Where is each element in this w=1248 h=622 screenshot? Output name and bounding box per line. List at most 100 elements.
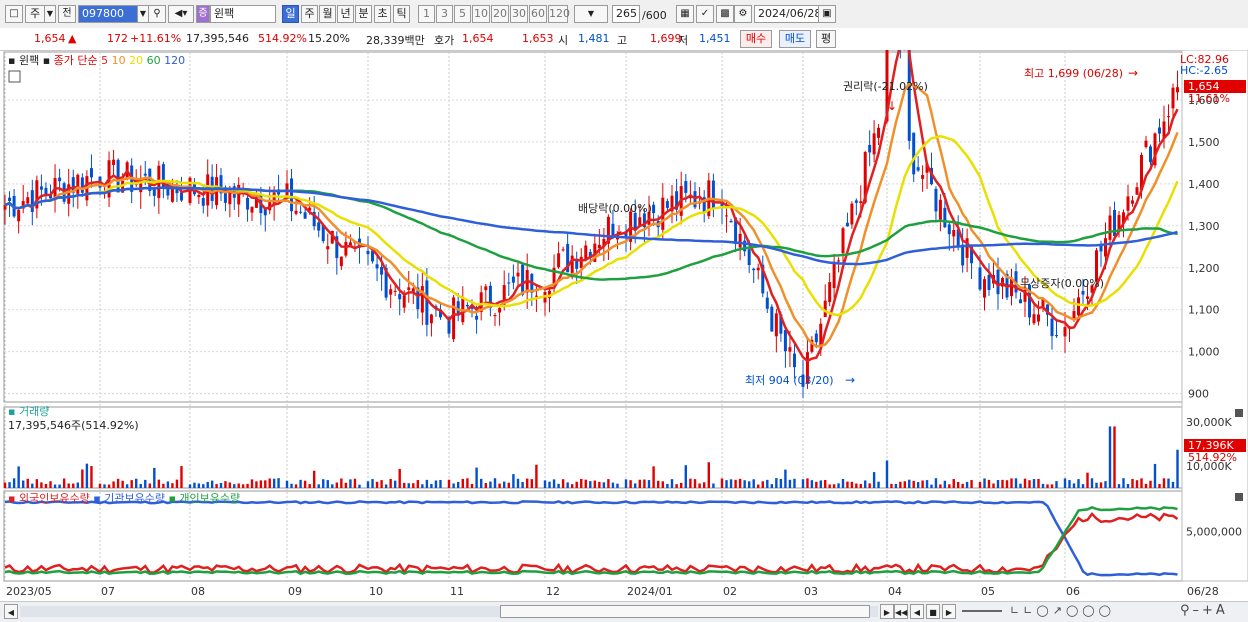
interval-button-10[interactable]: 10	[472, 5, 490, 23]
interval-button-30[interactable]: 30	[510, 5, 528, 23]
volume-bar	[1149, 480, 1152, 488]
volume-bar	[1005, 480, 1009, 488]
volume-bar	[76, 482, 79, 488]
candle-body	[943, 207, 947, 228]
candle-body	[475, 315, 479, 320]
date-input[interactable]: 2024/06/28	[754, 5, 821, 23]
candle-body	[765, 297, 769, 309]
volume-bar	[1072, 483, 1076, 488]
sell-button[interactable]: 매도	[779, 30, 811, 48]
settings-grid-icon[interactable]: ▦	[676, 5, 694, 23]
type-select[interactable]: 주	[25, 5, 45, 23]
buy-button[interactable]: 매수	[740, 30, 772, 48]
volume-bar	[493, 478, 497, 488]
volume-bar	[903, 481, 906, 488]
volume-bar	[634, 483, 637, 488]
chevron-down-icon[interactable]: ▼	[44, 5, 56, 23]
candle-body	[841, 228, 845, 254]
y-tick-4: 1,200	[1188, 262, 1220, 275]
period-button-5[interactable]: 초	[374, 5, 391, 23]
candle-body	[1019, 299, 1022, 304]
candle-body	[961, 244, 965, 266]
interval-button-5[interactable]: 5	[454, 5, 471, 23]
volume-bar	[398, 468, 401, 488]
volume-bar	[616, 483, 619, 488]
candle-body	[429, 314, 433, 324]
period-button-4[interactable]: 분	[355, 5, 372, 23]
candle-body	[112, 159, 116, 165]
rewind-icon[interactable]: ◀◀	[894, 604, 908, 619]
volume-bar	[12, 478, 16, 488]
eval-button[interactable]: 평	[816, 30, 836, 48]
chart-area: 2023/05 07 08 09 10 11 12 2024/01 02 03 04 05 06 06/2…	[0, 0, 1248, 601]
window-icon[interactable]: □	[5, 5, 23, 23]
legend-item: 60	[147, 54, 165, 67]
candle-body	[850, 203, 854, 225]
high-price: 1,699	[650, 32, 682, 45]
play-icon[interactable]: ▶	[942, 604, 956, 619]
candle-body	[389, 289, 393, 295]
volume-bar	[1153, 463, 1157, 488]
x-tick-0: 2023/05	[6, 585, 52, 598]
volume-bar	[1122, 478, 1125, 488]
count-input[interactable]: 265	[612, 5, 640, 23]
volume-bar	[457, 481, 460, 488]
volume-bar	[1144, 483, 1148, 488]
candle-body	[1135, 187, 1139, 195]
period-button-2[interactable]: 월	[319, 5, 336, 23]
down-arrow-icon: ↓	[614, 223, 624, 237]
volume-bar	[116, 478, 120, 488]
open-label: 시	[558, 34, 569, 47]
capital-annotation: 무상증자(0.00%)	[1020, 277, 1104, 290]
stop-icon[interactable]: ■	[926, 604, 940, 619]
volume-bar	[90, 466, 93, 488]
search-icon[interactable]: ⚲	[148, 5, 166, 23]
chart-svg[interactable]: 2023/05 07 08 09 10 11 12 2024/01 02 03 04 05 06 06/2…	[0, 0, 1248, 601]
volume-value: 17,395,546주(514.92%)	[8, 419, 139, 432]
volume-bar	[810, 480, 814, 488]
interval-button-60[interactable]: 60	[529, 5, 547, 23]
drawing-tools-icon[interactable]: ∟∟◯↗◯◯◯	[1010, 604, 1115, 617]
down-arrow-icon: ↓	[887, 99, 897, 113]
volume-bar	[44, 484, 48, 488]
scrollbar-thumb[interactable]	[500, 605, 870, 618]
candle-body	[788, 347, 792, 352]
interval-button-120[interactable]: 120	[548, 5, 570, 23]
interval-button-3[interactable]: 3	[436, 5, 453, 23]
scroll-right-icon[interactable]: ▶	[880, 604, 894, 619]
volume-bar	[543, 480, 547, 488]
period-button-3[interactable]: 년	[337, 5, 354, 23]
volume-bar	[358, 484, 361, 488]
volume-bar	[206, 481, 209, 488]
period-button-1[interactable]: 주	[301, 5, 318, 23]
volume-bar	[144, 479, 147, 488]
interval-button-20[interactable]: 20	[491, 5, 509, 23]
volume-bar	[957, 481, 960, 488]
candle-body	[294, 210, 298, 214]
volume-bar	[666, 483, 669, 488]
interval-button-1[interactable]: 1	[418, 5, 435, 23]
interval-dropdown-icon[interactable]: ▼	[574, 5, 608, 23]
volume-bar	[166, 481, 170, 488]
candle-body	[89, 168, 93, 178]
turnover: 15.20%	[308, 32, 350, 45]
play-back-icon[interactable]: ◀	[910, 604, 924, 619]
speed-slider[interactable]	[962, 610, 1002, 612]
period-button-6[interactable]: 틱	[393, 5, 410, 23]
gear-icon[interactable]: ⚙	[734, 5, 752, 23]
zoom-tools-icon[interactable]: ⚲–+A	[1180, 603, 1228, 618]
volume-bar	[707, 462, 710, 488]
volume-bar	[344, 482, 348, 488]
draw-tool-icon[interactable]: ✓	[696, 5, 714, 23]
calendar-icon[interactable]: ▣	[818, 5, 836, 23]
code-input[interactable]: 097800	[78, 5, 138, 23]
speaker-icon[interactable]: ◀▾	[168, 5, 194, 23]
volume-bar	[389, 479, 392, 488]
period-button-0[interactable]: 일	[282, 5, 299, 23]
stock-name-field[interactable]: 윈팩	[210, 5, 276, 23]
prev-button[interactable]: 전	[58, 5, 76, 23]
save-icon[interactable]: ▩	[716, 5, 734, 23]
table-icon	[8, 70, 21, 83]
scroll-left-icon[interactable]: ◀	[4, 604, 18, 619]
candle-body	[152, 189, 156, 196]
